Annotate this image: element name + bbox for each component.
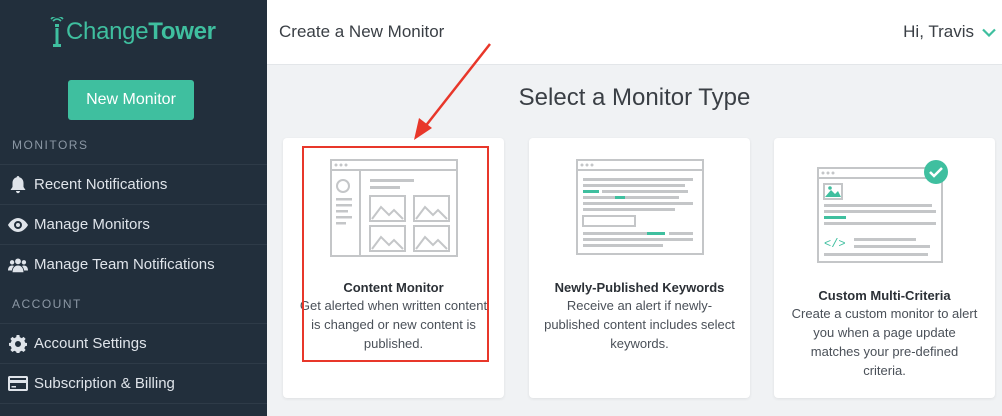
sidebar-item-label: Manage Monitors <box>34 216 150 233</box>
card-description: Receive an alert if newly-published cont… <box>544 298 735 351</box>
card-content-monitor[interactable]: Content Monitor Get alerted when written… <box>283 138 504 398</box>
sidebar-item-recent-notifications[interactable]: Recent Notifications <box>0 164 267 204</box>
page-title: Create a New Monitor <box>279 22 445 41</box>
credit-card-icon <box>8 374 28 394</box>
top-header: Create a New Monitor Hi, Travis <box>267 0 1002 65</box>
card-description: Get alerted when written content is chan… <box>299 298 488 351</box>
sidebar-item-label: Account Settings <box>34 335 147 352</box>
eye-icon <box>8 215 28 235</box>
sidebar-item-label: Manage Team Notifications <box>34 256 215 273</box>
card-title: Custom Multi-Criteria <box>818 288 951 303</box>
svg-text:</>: </> <box>824 237 846 251</box>
section-title: Select a Monitor Type <box>518 84 751 111</box>
sidebar-item-label: Subscription & Billing <box>34 375 175 392</box>
custom-criteria-illustration: </> <box>817 160 948 263</box>
gear-icon <box>8 334 28 354</box>
monitors-section-heading: MONITORS <box>12 138 89 152</box>
card-title: Content Monitor <box>343 280 444 295</box>
sidebar-item-label: Recent Notifications <box>34 176 168 193</box>
tower-icon <box>50 17 64 47</box>
card-newly-published-keywords[interactable]: Newly-Published Keywords Receive an aler… <box>529 138 750 398</box>
card-custom-multi-criteria[interactable]: </> Custom Multi-Criteria Create a custo… <box>774 138 995 398</box>
chevron-down-icon <box>982 28 996 37</box>
sidebar-item-manage-monitors[interactable]: Manage Monitors <box>0 204 267 244</box>
logo-text: ChangeTower <box>66 18 216 45</box>
bell-icon <box>8 175 28 195</box>
account-section-heading: ACCOUNT <box>12 297 82 311</box>
card-description: Create a custom monitor to alert you whe… <box>791 306 978 378</box>
user-menu[interactable]: Hi, Travis <box>903 22 996 42</box>
logo[interactable]: ChangeTower <box>50 14 216 50</box>
user-greeting: Hi, Travis <box>903 22 974 41</box>
sidebar-item-manage-team-notifications[interactable]: Manage Team Notifications <box>0 244 267 284</box>
content-monitor-illustration <box>330 159 458 257</box>
sidebar-item-account-settings[interactable]: Account Settings <box>0 323 267 363</box>
card-title: Newly-Published Keywords <box>554 280 725 295</box>
new-monitor-button[interactable]: New Monitor <box>68 80 194 120</box>
users-icon <box>8 255 28 275</box>
sidebar: ChangeTower New Monitor MONITORS Recent … <box>0 0 267 416</box>
keywords-illustration <box>576 159 704 255</box>
sidebar-divider <box>0 403 267 416</box>
sidebar-item-subscription-billing[interactable]: Subscription & Billing <box>0 363 267 403</box>
